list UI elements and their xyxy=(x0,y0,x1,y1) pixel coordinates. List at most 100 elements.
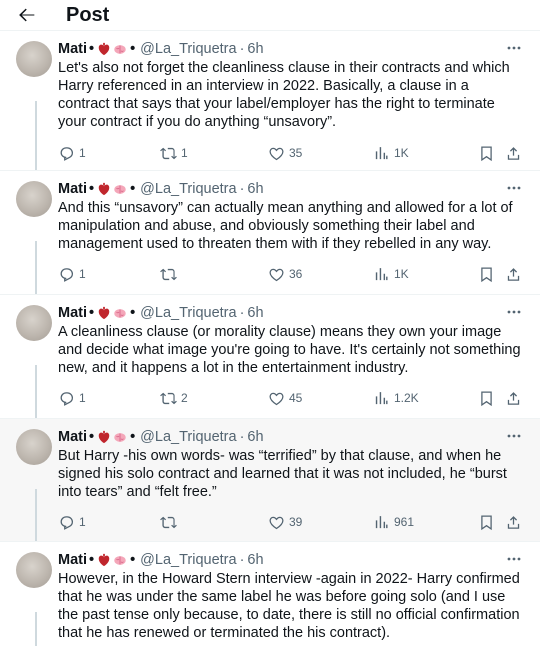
retweet-icon xyxy=(160,392,177,404)
reply-count: 1 xyxy=(79,146,86,160)
heart-organ-emoji xyxy=(98,42,110,56)
reply-button[interactable]: 1 xyxy=(58,265,86,283)
retweet-icon xyxy=(160,268,177,280)
thread-connector xyxy=(35,365,37,418)
reply-icon xyxy=(60,146,74,161)
heart-organ-emoji xyxy=(98,306,110,320)
avatar[interactable] xyxy=(16,429,52,465)
retweet-count: 1 xyxy=(181,146,188,160)
view-count: 1K xyxy=(394,146,409,160)
retweet-button[interactable]: 1 xyxy=(160,144,188,162)
reply-icon xyxy=(60,391,74,406)
retweet-button[interactable]: 2 xyxy=(160,389,188,407)
more-icon[interactable] xyxy=(506,551,522,567)
share-icon xyxy=(507,515,520,529)
bookmark-icon xyxy=(481,390,492,406)
brain-emoji xyxy=(114,433,126,442)
views-button[interactable]: 1.2K xyxy=(373,389,419,407)
retweet-button[interactable] xyxy=(160,265,181,283)
reply-button[interactable]: 1 xyxy=(58,513,86,531)
tweet[interactable]: Mati • • @La_Triquetra · 6h However, in … xyxy=(0,541,540,646)
author-handle[interactable]: @La_Triquetra xyxy=(140,428,236,446)
reply-icon xyxy=(60,267,74,282)
bookmark-button[interactable] xyxy=(478,513,495,531)
like-button[interactable]: 36 xyxy=(268,265,302,283)
more-icon[interactable] xyxy=(506,40,522,56)
like-button[interactable]: 45 xyxy=(268,389,302,407)
tweet[interactable]: Mati • • @La_Triquetra · 6h Let's also n… xyxy=(0,30,540,170)
author-handle[interactable]: @La_Triquetra xyxy=(140,304,236,322)
more-icon[interactable] xyxy=(506,428,522,444)
tweet[interactable]: Mati • • @La_Triquetra · 6h A cleanlines… xyxy=(0,294,540,418)
tweet[interactable]: Mati • • @La_Triquetra · 6h And this “un… xyxy=(0,170,540,294)
share-button[interactable] xyxy=(505,513,522,531)
author-name[interactable]: Mati xyxy=(58,551,87,569)
author-name[interactable]: Mati xyxy=(58,304,87,322)
brain-emoji xyxy=(114,185,126,194)
retweet-icon xyxy=(160,516,177,528)
timestamp[interactable]: 6h xyxy=(247,180,263,198)
back-arrow-icon[interactable] xyxy=(16,4,38,26)
reply-count: 1 xyxy=(79,391,86,405)
views-icon xyxy=(375,515,388,528)
views-button[interactable]: 961 xyxy=(373,513,414,531)
share-button[interactable] xyxy=(505,265,522,283)
reply-button[interactable]: 1 xyxy=(58,389,86,407)
action-bar: 1 1 35 1K xyxy=(58,144,526,162)
action-bar: 1 36 1K xyxy=(58,265,526,283)
like-count: 36 xyxy=(289,267,303,281)
bookmark-button[interactable] xyxy=(478,144,495,162)
views-button[interactable]: 1K xyxy=(373,265,409,283)
avatar[interactable] xyxy=(16,41,52,77)
share-button[interactable] xyxy=(505,144,522,162)
top-bar: Post xyxy=(0,0,540,30)
timestamp[interactable]: 6h xyxy=(247,304,263,322)
like-button[interactable]: 39 xyxy=(268,513,302,531)
author-name[interactable]: Mati xyxy=(58,180,87,198)
author-name[interactable]: Mati xyxy=(58,428,87,446)
avatar[interactable] xyxy=(16,181,52,217)
author-handle[interactable]: @La_Triquetra xyxy=(140,180,236,198)
bookmark-button[interactable] xyxy=(478,389,495,407)
like-count: 35 xyxy=(289,146,303,160)
more-icon[interactable] xyxy=(506,180,522,196)
avatar[interactable] xyxy=(16,552,52,588)
bookmark-icon xyxy=(481,145,492,161)
brain-emoji xyxy=(114,309,126,318)
heart-organ-emoji xyxy=(98,430,110,444)
thread-connector xyxy=(35,489,37,541)
like-count: 45 xyxy=(289,391,303,405)
tweet-text: And this “unsavory” can actually mean an… xyxy=(58,200,513,252)
view-count: 961 xyxy=(394,515,415,529)
share-icon xyxy=(507,267,520,281)
brain-emoji xyxy=(114,556,126,565)
tweet[interactable]: Mati • • @La_Triquetra · 6h But Harry -h… xyxy=(0,418,540,541)
tweet-text: A cleanliness clause (or morality clause… xyxy=(58,324,521,376)
bookmark-button[interactable] xyxy=(478,265,495,283)
like-button[interactable]: 35 xyxy=(268,144,302,162)
tweet-text: Let's also not forget the cleanliness cl… xyxy=(58,60,510,130)
author-handle[interactable]: @La_Triquetra xyxy=(140,40,236,58)
timestamp[interactable]: 6h xyxy=(247,40,263,58)
author-name[interactable]: Mati xyxy=(58,40,87,58)
share-icon xyxy=(507,146,520,160)
timestamp[interactable]: 6h xyxy=(247,428,263,446)
brain-emoji xyxy=(114,45,126,54)
retweet-button[interactable] xyxy=(160,513,181,531)
views-button[interactable]: 1K xyxy=(373,144,409,162)
avatar[interactable] xyxy=(16,305,52,341)
thread-connector xyxy=(35,612,37,646)
more-icon[interactable] xyxy=(506,304,522,320)
tweet-header: Mati • • @La_Triquetra · 6h xyxy=(58,304,264,322)
bookmark-icon xyxy=(481,514,492,530)
retweet-count: 2 xyxy=(181,391,188,405)
tweet-header: Mati • • @La_Triquetra · 6h xyxy=(58,551,264,569)
timestamp[interactable]: 6h xyxy=(247,551,263,569)
share-button[interactable] xyxy=(505,389,522,407)
tweet-header: Mati • • @La_Triquetra · 6h xyxy=(58,428,264,446)
author-handle[interactable]: @La_Triquetra xyxy=(140,551,236,569)
page-title: Post xyxy=(66,4,110,26)
reply-button[interactable]: 1 xyxy=(58,144,86,162)
bookmark-icon xyxy=(481,266,492,282)
view-count: 1.2K xyxy=(394,391,419,405)
